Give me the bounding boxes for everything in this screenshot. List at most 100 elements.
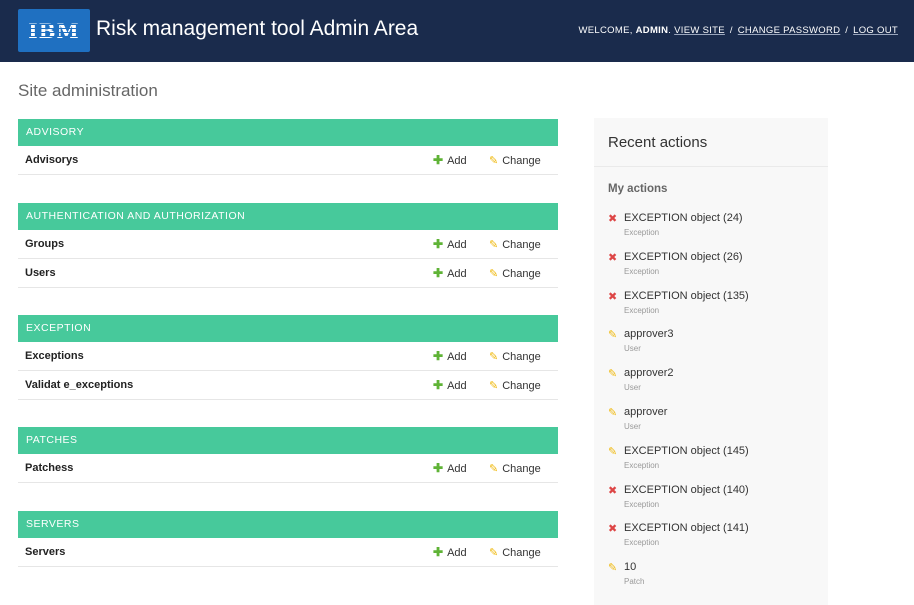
- table-row: Patchess ✚ Add ✎ Change: [18, 454, 558, 483]
- module-caption[interactable]: SERVERS: [18, 511, 558, 538]
- action-link[interactable]: approver2: [624, 367, 674, 379]
- model-link[interactable]: Servers: [25, 546, 65, 558]
- table-row: Users ✚ Add ✎ Change: [18, 259, 558, 288]
- add-label: Add: [447, 351, 467, 363]
- module-auth: AUTHENTICATION AND AUTHORIZATION Groups …: [18, 203, 558, 288]
- action-type: User: [624, 421, 641, 431]
- add-button[interactable]: ✚ Add: [433, 349, 467, 363]
- recent-actions-panel: Recent actions My actions ✖ EXCEPTION ob…: [594, 118, 828, 605]
- module-caption[interactable]: PATCHES: [18, 427, 558, 454]
- add-button[interactable]: ✚ Add: [433, 266, 467, 280]
- action-link[interactable]: EXCEPTION object (145): [624, 445, 749, 457]
- pencil-icon: ✎: [489, 154, 499, 167]
- log-out-link[interactable]: LOG OUT: [853, 25, 898, 36]
- action-link[interactable]: EXCEPTION object (24): [624, 212, 743, 224]
- action-link[interactable]: EXCEPTION object (140): [624, 484, 749, 496]
- pencil-icon: ✎: [489, 350, 499, 363]
- model-link[interactable]: Users: [25, 267, 56, 279]
- action-type: Exception: [624, 305, 660, 315]
- table-row: Advisorys ✚ Add ✎ Change: [18, 146, 558, 175]
- change-label: Change: [502, 462, 541, 475]
- change-button[interactable]: ✎ Change: [489, 238, 541, 251]
- action-link[interactable]: approver: [624, 406, 667, 418]
- change-label: Change: [502, 379, 541, 392]
- change-button[interactable]: ✎ Change: [489, 350, 541, 363]
- user-tools: WELCOME, ADMIN. VIEW SITE / CHANGE PASSW…: [579, 25, 898, 36]
- action-link[interactable]: EXCEPTION object (135): [624, 290, 749, 302]
- action-type: Exception: [624, 228, 660, 237]
- change-password-link[interactable]: CHANGE PASSWORD: [738, 25, 841, 36]
- model-link[interactable]: Advisorys: [25, 154, 78, 166]
- add-label: Add: [447, 268, 467, 280]
- change-button[interactable]: ✎ Change: [489, 379, 541, 392]
- view-site-link[interactable]: VIEW SITE: [674, 25, 725, 36]
- module-caption[interactable]: AUTHENTICATION AND AUTHORIZATION: [18, 203, 558, 230]
- change-button[interactable]: ✎ Change: [489, 462, 541, 475]
- list-item: ✎ 10 Patch: [608, 561, 818, 600]
- recent-actions-title: Recent actions: [594, 118, 828, 167]
- model-link[interactable]: Exceptions: [25, 350, 84, 362]
- change-label: Change: [502, 350, 541, 363]
- list-item: ✖ EXCEPTION object (24) Exception: [608, 212, 818, 251]
- pencil-icon: ✎: [608, 405, 618, 419]
- table-row: Servers ✚ Add ✎ Change: [18, 538, 558, 567]
- pencil-icon: ✎: [608, 367, 618, 381]
- plus-icon: ✚: [433, 266, 444, 280]
- module-caption[interactable]: ADVISORY: [18, 119, 558, 146]
- module-advisory: ADVISORY Advisorys ✚ Add ✎ Change: [18, 119, 558, 175]
- action-list: ✖ EXCEPTION object (24) Exception ✖ EXCE…: [608, 212, 818, 600]
- add-label: Add: [447, 155, 467, 167]
- list-item: ✖ EXCEPTION object (141) Exception: [608, 522, 818, 561]
- list-item: ✖ EXCEPTION object (135) Exception: [608, 290, 818, 329]
- action-link[interactable]: approver3: [624, 328, 674, 340]
- add-label: Add: [447, 380, 467, 392]
- plus-icon: ✚: [433, 545, 444, 559]
- pencil-icon: ✎: [489, 379, 499, 392]
- model-link[interactable]: Patchess: [25, 462, 73, 474]
- pencil-icon: ✎: [489, 267, 499, 280]
- action-type: Exception: [624, 460, 660, 470]
- add-button[interactable]: ✚ Add: [433, 237, 467, 251]
- username: ADMIN: [635, 25, 669, 36]
- delete-icon: ✖: [608, 250, 618, 264]
- module-servers: SERVERS Servers ✚ Add ✎ Change: [18, 511, 558, 567]
- list-item: ✎ approver2 User: [608, 367, 818, 406]
- add-button[interactable]: ✚ Add: [433, 153, 467, 167]
- welcome-period: .: [668, 25, 672, 36]
- action-type: User: [624, 344, 641, 354]
- add-label: Add: [447, 239, 467, 251]
- separator: /: [845, 25, 849, 36]
- action-type: Patch: [624, 577, 645, 587]
- change-label: Change: [502, 267, 541, 280]
- table-row: Validat e_exceptions ✚ Add ✎ Change: [18, 371, 558, 400]
- change-button[interactable]: ✎ Change: [489, 154, 541, 167]
- action-type: Exception: [624, 266, 660, 276]
- action-type: Exception: [624, 499, 660, 509]
- change-label: Change: [502, 546, 541, 559]
- model-link[interactable]: Validat e_exceptions: [25, 379, 133, 391]
- page-title: Site administration: [18, 81, 158, 100]
- action-link[interactable]: 10: [624, 561, 636, 573]
- module-caption[interactable]: EXCEPTION: [18, 315, 558, 342]
- plus-icon: ✚: [433, 153, 444, 167]
- change-label: Change: [502, 154, 541, 167]
- add-button[interactable]: ✚ Add: [433, 461, 467, 475]
- module-exception: EXCEPTION Exceptions ✚ Add ✎ Change Valida…: [18, 315, 558, 400]
- model-link[interactable]: Groups: [25, 238, 64, 250]
- add-button[interactable]: ✚ Add: [433, 545, 467, 559]
- action-link[interactable]: EXCEPTION object (26): [624, 251, 743, 263]
- pencil-icon: ✎: [608, 444, 618, 458]
- plus-icon: ✚: [433, 378, 444, 392]
- separator: /: [729, 25, 733, 36]
- plus-icon: ✚: [433, 237, 444, 251]
- pencil-icon: ✎: [489, 238, 499, 251]
- pencil-icon: ✎: [489, 546, 499, 559]
- add-button[interactable]: ✚ Add: [433, 378, 467, 392]
- change-button[interactable]: ✎ Change: [489, 546, 541, 559]
- table-row: Groups ✚ Add ✎ Change: [18, 230, 558, 259]
- pencil-icon: ✎: [608, 561, 618, 575]
- action-link[interactable]: EXCEPTION object (141): [624, 522, 749, 534]
- my-actions-heading: My actions: [608, 183, 668, 195]
- site-title[interactable]: Risk management tool Admin Area: [96, 17, 418, 41]
- change-button[interactable]: ✎ Change: [489, 267, 541, 280]
